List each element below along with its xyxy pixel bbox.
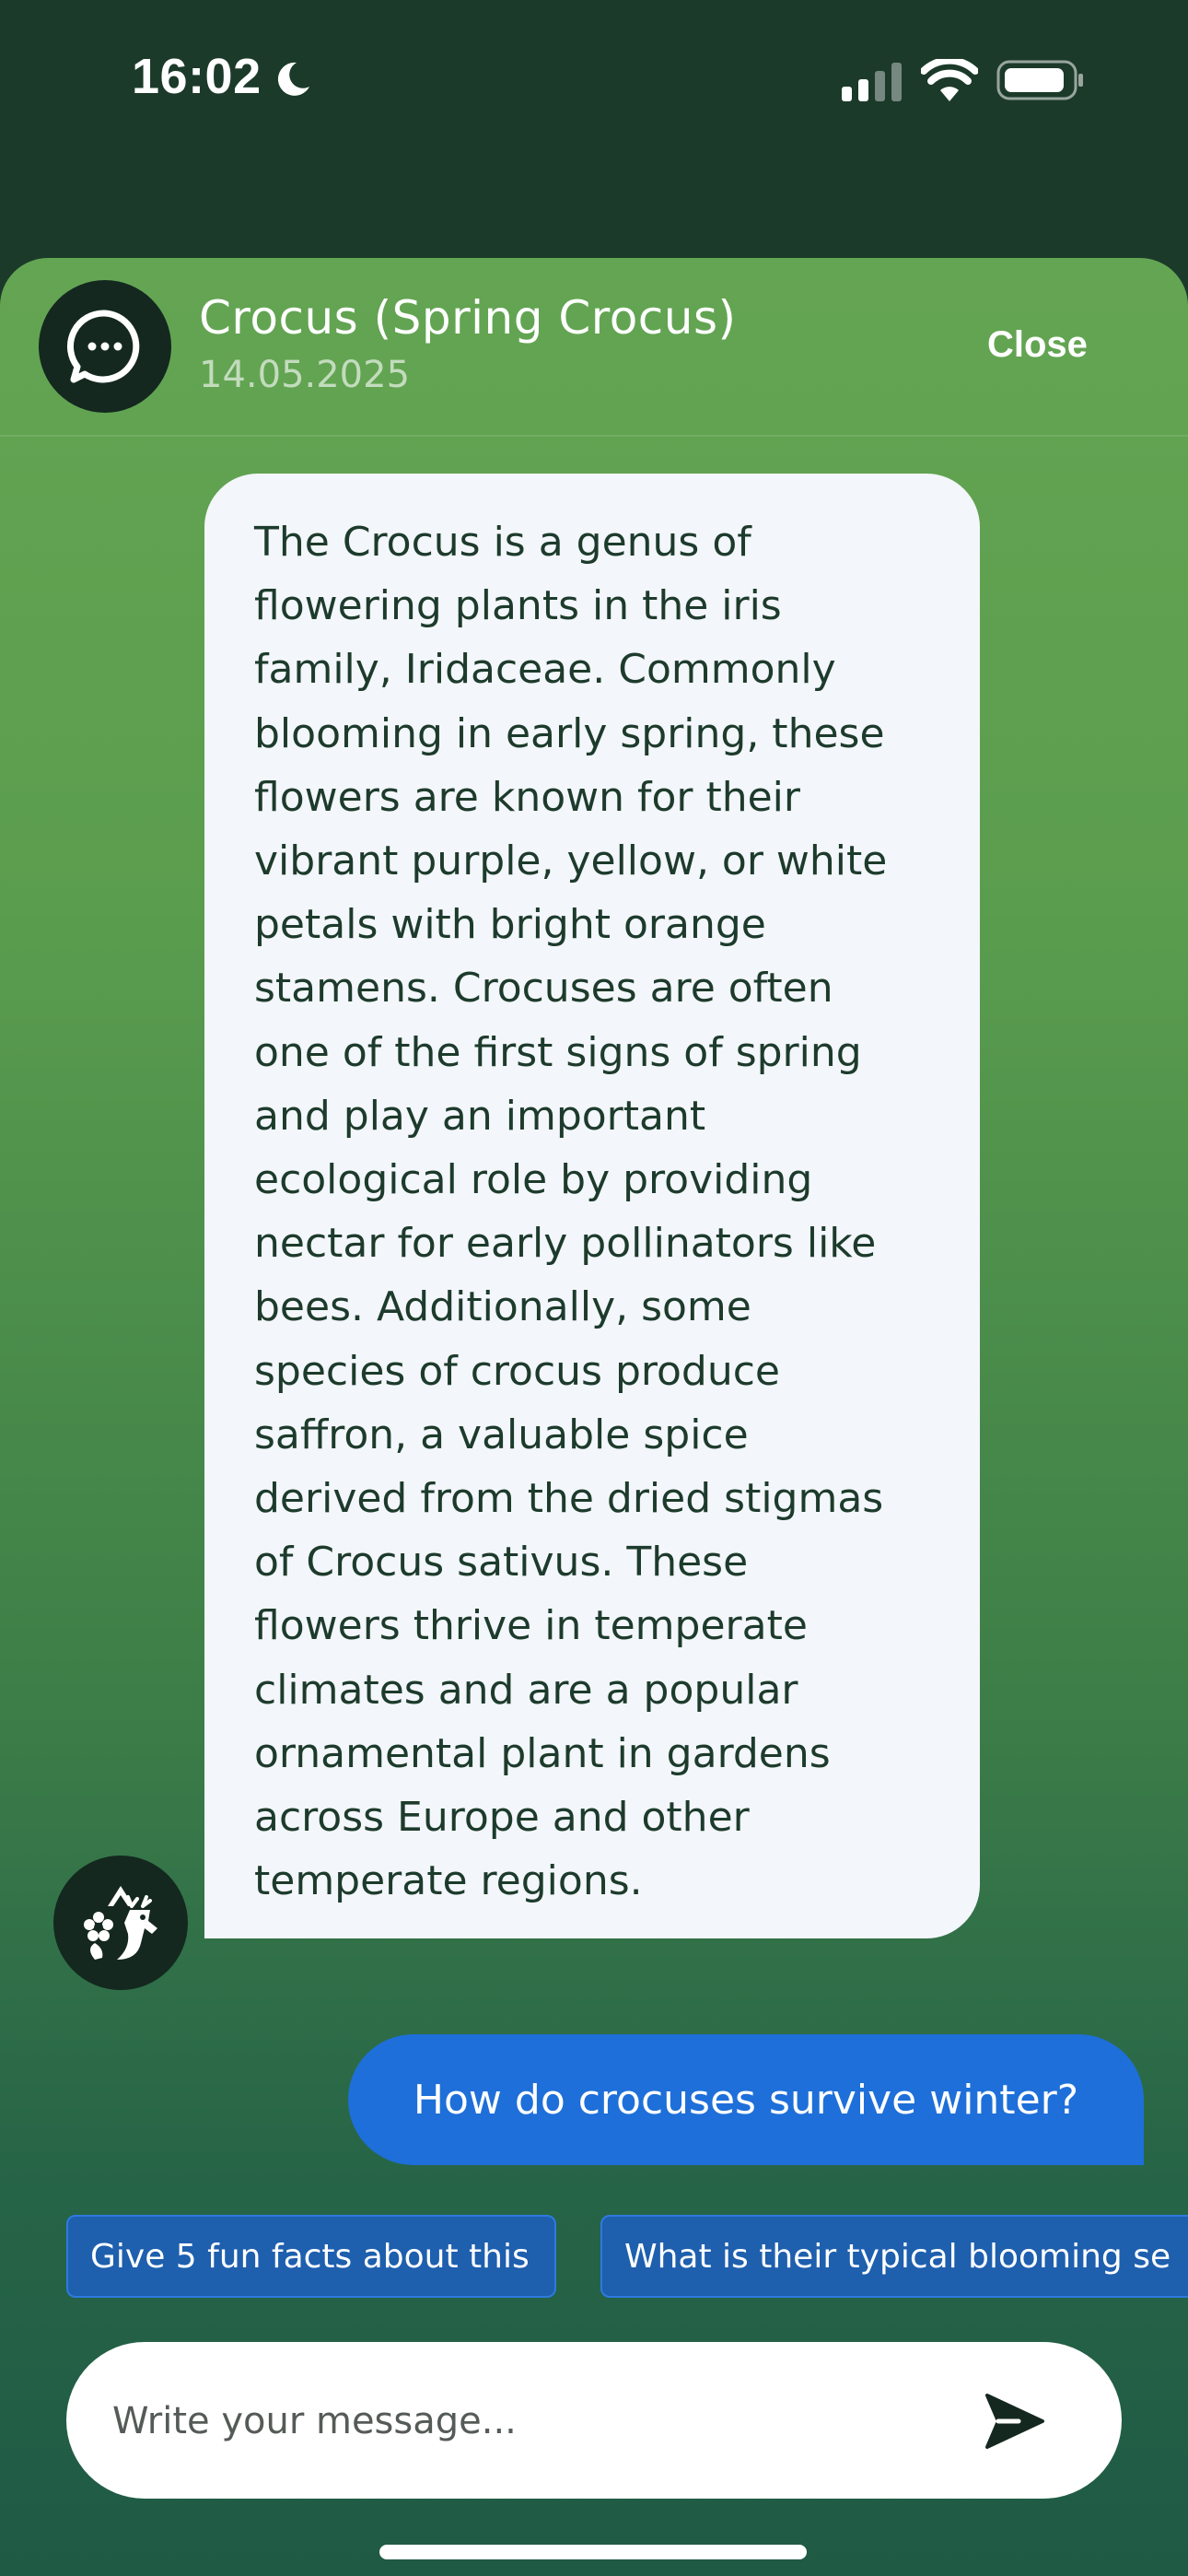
suggestion-chip-fun-facts[interactable]: Give 5 fun facts about this [66, 2215, 556, 2298]
home-indicator [379, 2545, 807, 2559]
status-bar: 16:02 [0, 0, 1188, 166]
chat-title: Crocus (Spring Crocus) [199, 291, 737, 345]
cellular-signal-icon [842, 63, 902, 101]
chat-bubble-icon [66, 310, 140, 383]
suggestion-chip-blooming-season[interactable]: What is their typical blooming se [600, 2215, 1188, 2298]
assistant-avatar [53, 1856, 188, 1990]
user-message-text: How do crocuses survive winter? [413, 2076, 1079, 2124]
chat-date: 14.05.2025 [199, 354, 411, 396]
user-message-bubble: How do crocuses survive winter? [348, 2034, 1144, 2165]
status-time: 16:02 [132, 49, 262, 104]
send-icon[interactable] [982, 2388, 1048, 2454]
nature-deer-flower-icon [84, 1886, 157, 1960]
close-button[interactable]: Close [987, 324, 1088, 366]
message-composer [66, 2342, 1122, 2500]
chat-sheet: Crocus (Spring Crocus) 14.05.2025 Close … [0, 258, 1188, 2576]
assistant-message-text: The Crocus is a genus of flowering plant… [254, 519, 888, 1905]
assistant-message-bubble: The Crocus is a genus of flowering plant… [204, 474, 980, 1938]
moon-icon [277, 62, 309, 96]
wifi-icon [921, 59, 978, 101]
chat-header: Crocus (Spring Crocus) 14.05.2025 Close [0, 258, 1188, 437]
battery-icon [996, 60, 1083, 100]
message-input[interactable] [111, 2342, 943, 2500]
chat-avatar [39, 280, 171, 413]
